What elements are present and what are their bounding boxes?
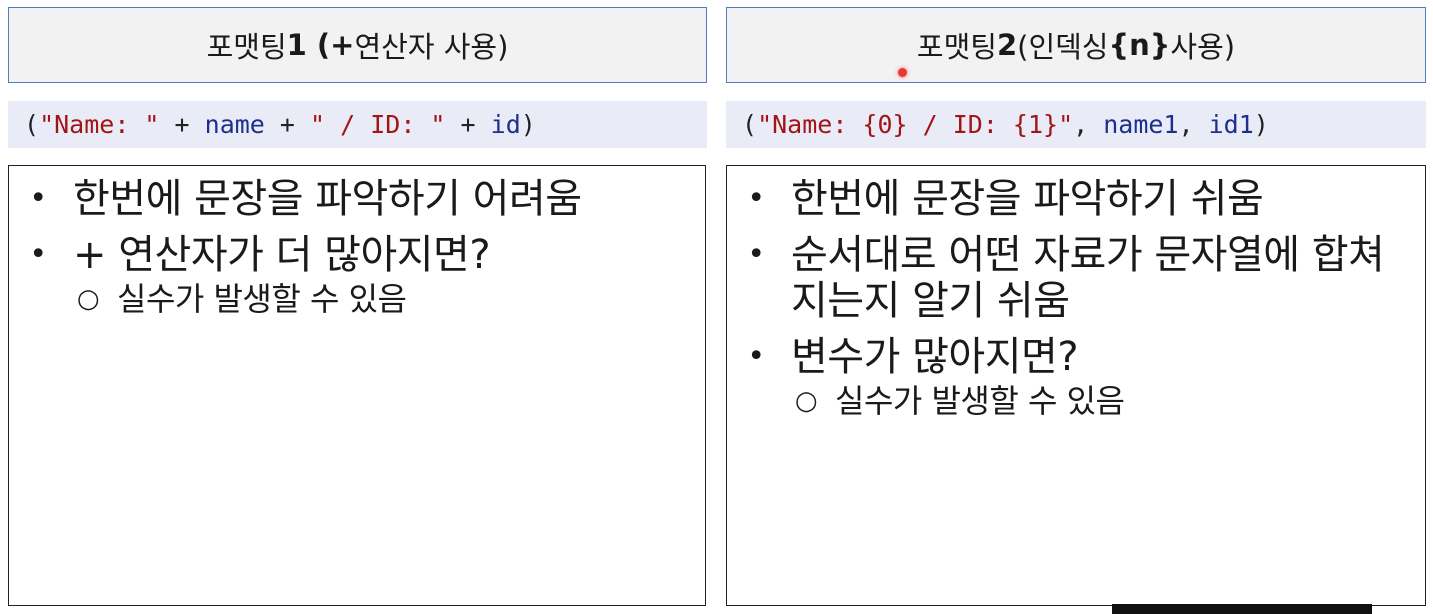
video-overlay-edge <box>1112 604 1372 614</box>
left-code-token: ) <box>520 110 536 139</box>
left-title-suffix: 연산자 사용) <box>354 30 509 64</box>
left-code-token: id <box>490 110 521 139</box>
right-bullet-text: 순서대로 어떤 자료가 문자열에 합쳐지는지 알기 쉬움 <box>791 232 1385 324</box>
circle-bullet-icon: ○ <box>794 386 818 416</box>
left-code-token: " / ID: " <box>310 110 446 139</box>
bullet-icon: • <box>29 181 47 216</box>
left-code-token: + <box>159 110 205 139</box>
left-code-example: ("Name: " + name + " / ID: " + id) <box>8 101 707 148</box>
right-code-token: ) <box>1253 110 1269 139</box>
left-title-prefix: 포맷팅 <box>206 30 287 64</box>
left-code-token: ( <box>24 110 40 139</box>
laser-pointer-dot <box>898 68 907 77</box>
left-code-token: name <box>204 110 265 139</box>
left-code-token: + <box>445 110 491 139</box>
left-code-token: + <box>264 110 311 139</box>
left-panel-title: 포맷팅 1 (+ 연산자 사용) <box>8 7 707 83</box>
right-sub-list: ○ 실수가 발생할 수 있음 <box>791 380 1415 422</box>
left-code-token: "Name: " <box>39 110 160 139</box>
bullet-icon: • <box>29 237 47 272</box>
left-title-bold: 1 (+ <box>286 28 355 62</box>
right-panel-title: 포맷팅 2 (인덱싱 {n} 사용) <box>726 7 1426 83</box>
right-title-middle: (인덱싱 <box>1017 30 1109 64</box>
right-title-suffix: 사용) <box>1170 30 1236 64</box>
right-bullet-text: 한번에 문장을 파악하기 쉬움 <box>791 176 1264 222</box>
right-bullet-item: • 변수가 많아지면? ○ 실수가 발생할 수 있음 <box>741 334 1415 422</box>
left-bullet-item: • 한번에 문장을 파악하기 어려움 <box>23 176 695 222</box>
right-notes-box: • 한번에 문장을 파악하기 쉬움 • 순서대로 어떤 자료가 문자열에 합쳐지는지 … <box>726 165 1426 606</box>
right-code-token: , <box>1178 110 1209 139</box>
right-sub-bullet-text: 실수가 발생할 수 있음 <box>835 382 1125 420</box>
left-bullet-text: + 연산자가 더 많아지면? <box>73 232 491 278</box>
left-bullet-text: 한번에 문장을 파악하기 어려움 <box>73 176 582 222</box>
left-sub-bullet-item: ○ 실수가 발생할 수 있음 <box>73 278 695 320</box>
right-title-bold: 2 <box>996 28 1018 62</box>
right-bullet-text: 변수가 많아지면? <box>791 334 1079 380</box>
left-notes-box: • 한번에 문장을 파악하기 어려움 • + 연산자가 더 많아지면? ○ 실수가 발생할… <box>8 165 706 606</box>
right-code-token: id1 <box>1208 110 1254 139</box>
right-code-token: ( <box>742 110 758 139</box>
right-sub-bullet-item: ○ 실수가 발생할 수 있음 <box>791 380 1415 422</box>
right-bullet-item: • 한번에 문장을 파악하기 쉬움 <box>741 176 1415 222</box>
bullet-icon: • <box>747 237 765 272</box>
right-code-token: , <box>1073 110 1104 139</box>
right-code-example: ("Name: {0} / ID: {1}", name1, id1) <box>726 101 1426 148</box>
right-bullet-list: • 한번에 문장을 파악하기 쉬움 • 순서대로 어떤 자료가 문자열에 합쳐지는지 … <box>741 176 1415 422</box>
circle-bullet-icon: ○ <box>76 284 100 314</box>
left-bullet-list: • 한번에 문장을 파악하기 어려움 • + 연산자가 더 많아지면? ○ 실수가 발생할… <box>23 176 695 320</box>
right-bullet-item: • 순서대로 어떤 자료가 문자열에 합쳐지는지 알기 쉬움 <box>741 232 1415 324</box>
right-title-bold2: {n} <box>1108 28 1171 62</box>
right-title-prefix: 포맷팅 <box>916 30 997 64</box>
bullet-icon: • <box>747 181 765 216</box>
left-sub-bullet-text: 실수가 발생할 수 있음 <box>117 280 407 318</box>
left-sub-list: ○ 실수가 발생할 수 있음 <box>73 278 695 320</box>
bullet-icon: • <box>747 339 765 374</box>
right-code-token: name1 <box>1103 110 1179 139</box>
left-bullet-item: • + 연산자가 더 많아지면? ○ 실수가 발생할 수 있음 <box>23 232 695 320</box>
right-code-token: "Name: {0} / ID: {1}" <box>757 110 1074 139</box>
